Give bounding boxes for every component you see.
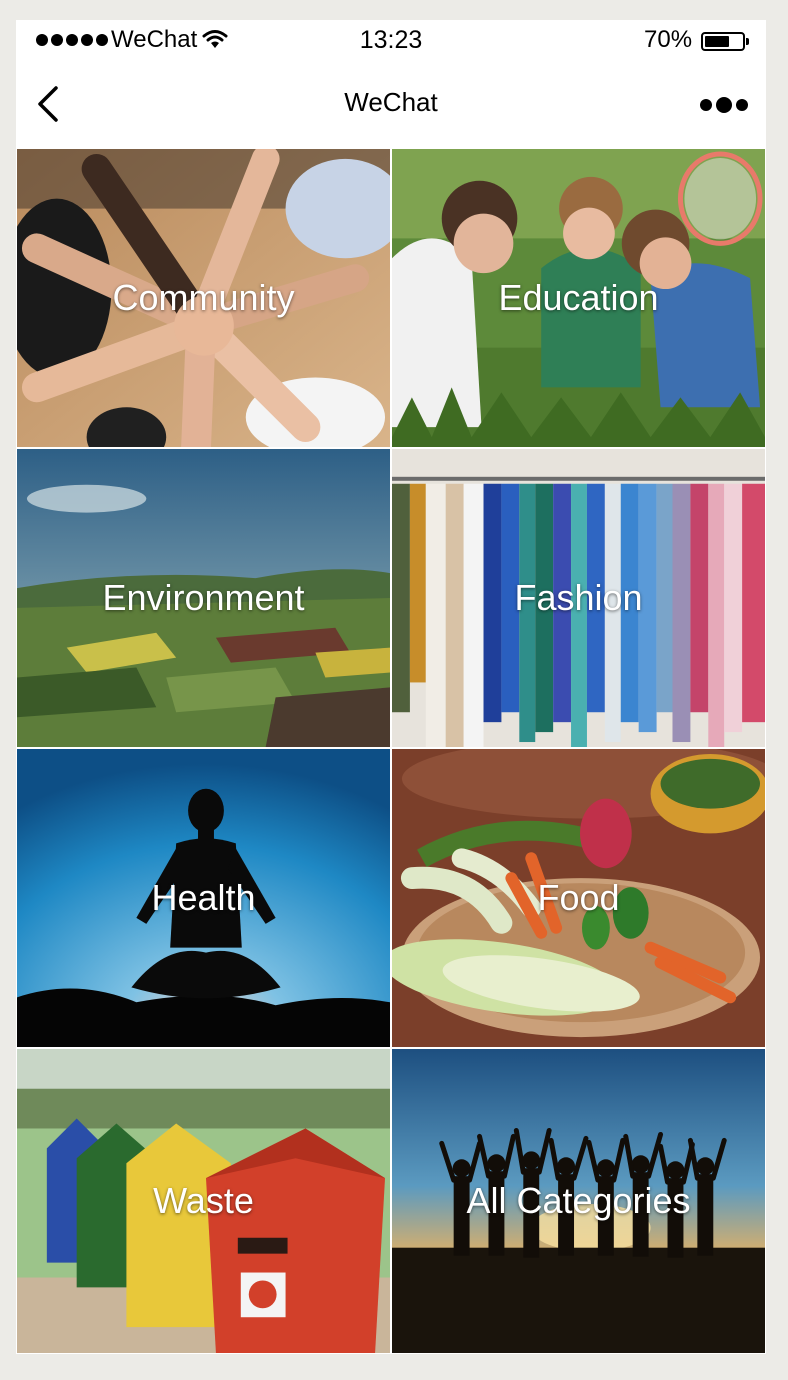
- category-label: Waste: [153, 1180, 254, 1221]
- category-tile-education[interactable]: Education: [391, 148, 766, 448]
- category-tile-food[interactable]: Food: [391, 748, 766, 1048]
- category-label: Education: [498, 277, 659, 318]
- category-label: All Categories: [466, 1180, 691, 1221]
- category-tile-environment[interactable]: Environment: [16, 448, 391, 748]
- category-tile-health[interactable]: Health: [16, 748, 391, 1048]
- category-label: Community: [112, 277, 295, 318]
- category-grid: Community Education Environment Fashion …: [16, 148, 766, 1354]
- more-dots-icon[interactable]: [700, 95, 750, 115]
- navigation-bar: WeChat: [16, 60, 766, 148]
- battery-icon: [701, 32, 749, 51]
- phone-screen: WeChat 13:23 70% WeChat Community Educat…: [16, 20, 766, 1354]
- category-label: Health: [151, 877, 256, 918]
- category-tile-fashion[interactable]: Fashion: [391, 448, 766, 748]
- category-label: Food: [537, 877, 620, 918]
- page-title: WeChat: [344, 87, 438, 117]
- status-bar: WeChat 13:23 70%: [16, 20, 766, 60]
- battery-percentage: 70%: [644, 26, 693, 53]
- category-tile-all-categories[interactable]: All Categories: [391, 1048, 766, 1354]
- category-tile-community[interactable]: Community: [16, 148, 391, 448]
- category-label: Environment: [102, 577, 305, 618]
- category-tile-waste[interactable]: Waste: [16, 1048, 391, 1354]
- category-label: Fashion: [514, 577, 643, 618]
